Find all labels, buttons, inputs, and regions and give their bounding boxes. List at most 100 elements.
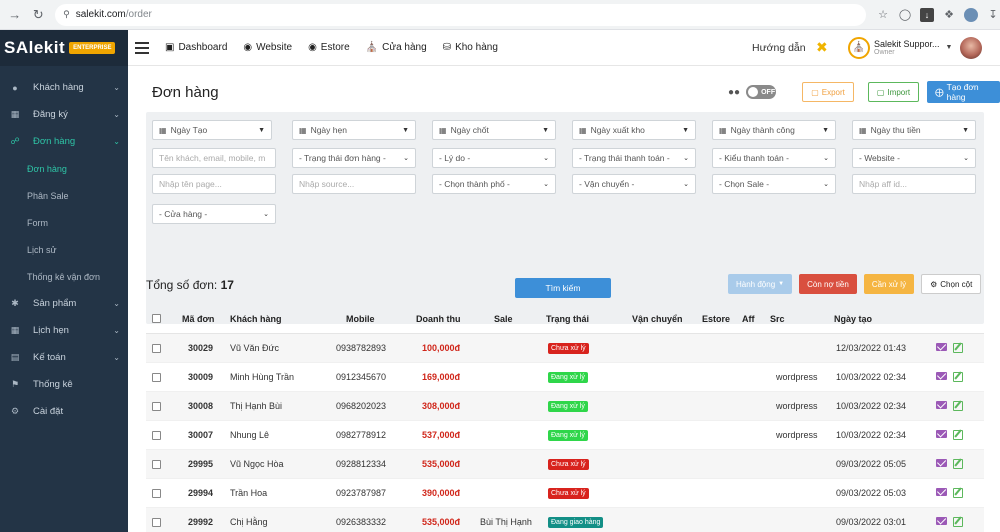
create-order-button[interactable]: ⨁ Tạo đơn hàng [927, 81, 1000, 103]
back-icon[interactable]: → [6, 6, 24, 24]
brand-logo[interactable]: SAlekit ENTERPRISE [0, 30, 128, 66]
nav-cua-hang[interactable]: ⛪ Cửa hàng [366, 42, 427, 53]
sidebar-subitem-phan-sale[interactable]: Phân Sale [0, 182, 128, 209]
puzzle-icon[interactable]: ❖ [942, 8, 956, 22]
sale-select[interactable]: - Chọn Sale - ⌄ [712, 174, 836, 194]
reload-icon[interactable]: ↻ [30, 6, 48, 24]
sidebar-subitem-form[interactable]: Form [0, 209, 128, 236]
user-menu[interactable]: ⛪ Salekit Suppor... Owner ▼ [848, 36, 952, 59]
order-id[interactable]: 30009 [188, 372, 213, 382]
sidebar-item-cai-dat[interactable]: ⚙ Cài đặt [0, 398, 128, 425]
mail-icon[interactable] [936, 517, 947, 525]
nav-kho-hang[interactable]: ⛁ Kho hàng [443, 42, 498, 53]
guide-link[interactable]: Hướng dẫn [752, 42, 806, 54]
payment-type-select[interactable]: - Kiểu thanh toán - ⌄ [712, 148, 836, 168]
col-header-src[interactable]: Src [770, 314, 785, 324]
table-row[interactable]: 29994 Trần Hoa 0923787987 390,000đ Chưa xử l… [146, 479, 984, 508]
mail-icon[interactable] [936, 401, 947, 409]
edit-icon[interactable] [953, 343, 963, 353]
store-select[interactable]: - Cửa hàng - ⌄ [152, 204, 276, 224]
edit-icon[interactable] [953, 488, 963, 498]
edit-icon[interactable] [953, 517, 963, 527]
row-checkbox[interactable] [152, 430, 161, 440]
customer-name[interactable]: Trần Hoa [230, 488, 267, 498]
sidebar-item-dang-ky[interactable]: ▦ Đăng ký ⌄ [0, 101, 128, 128]
actions-dropdown-button[interactable]: Hành động ▼ [728, 274, 793, 294]
nav-dashboard[interactable]: ▣ Dashboard [165, 42, 227, 53]
sidebar-item-don-hang[interactable]: ☍ Đơn hàng ⌄ [0, 128, 128, 155]
import-button[interactable]: ▢ Import [867, 82, 920, 102]
mail-icon[interactable] [936, 459, 947, 467]
debt-filter-button[interactable]: Còn nợ tiền [799, 274, 857, 294]
sidebar-item-ke-toan[interactable]: ▤ Kế toán ⌄ [0, 344, 128, 371]
bell-off-icon[interactable]: ✖ [816, 39, 828, 56]
row-checkbox[interactable] [152, 488, 161, 498]
table-row[interactable]: 29995 Vũ Ngọc Hòa 0928812334 535,000đ Chưa x… [146, 450, 984, 479]
table-row[interactable]: 30009 Minh Hùng Trần 0912345670 169,000đ Đan… [146, 363, 984, 392]
source-input[interactable]: Nhập source... [292, 174, 416, 194]
address-bar[interactable]: ⚲ salekit.com/order [55, 3, 866, 26]
col-header-trang-thai[interactable]: Trạng thái [546, 314, 589, 324]
order-id[interactable]: 30007 [188, 430, 213, 440]
customer-name[interactable]: Nhung Lê [230, 430, 269, 440]
customer-search-input[interactable]: Tên khách, email, mobile, m [152, 148, 276, 168]
avatar[interactable] [960, 36, 982, 59]
row-checkbox[interactable] [152, 517, 161, 527]
edit-icon[interactable] [953, 372, 963, 382]
col-header-doanh-thu[interactable]: Doanh thu [416, 314, 461, 324]
pending-filter-button[interactable]: Cần xử lý [863, 274, 915, 294]
customer-name[interactable]: Vũ Văn Đức [230, 343, 279, 353]
sidebar-item-thong-ke[interactable]: ⚑ Thống kê [0, 371, 128, 398]
customer-name[interactable]: Chị Hằng [230, 517, 268, 527]
customer-name[interactable]: Thị Hạnh Bùi [230, 401, 282, 411]
sidebar-item-lich-hen[interactable]: ▦ Lịch hẹn ⌄ [0, 317, 128, 344]
sidebar-subitem-don-hang[interactable]: Đơn hàng [0, 155, 128, 182]
table-row[interactable]: 30008 Thị Hạnh Bùi 0968202023 308,000đ Đang … [146, 392, 984, 421]
order-id[interactable]: 30029 [188, 343, 213, 353]
mail-icon[interactable] [936, 488, 947, 496]
mail-icon[interactable] [936, 430, 947, 438]
shield-icon[interactable]: ◯ [898, 8, 912, 22]
col-header-mobile[interactable]: Mobile [346, 314, 375, 324]
site-info-icon[interactable]: ⚲ [63, 9, 70, 20]
table-row[interactable]: 29992 Chị Hằng 0926383332 535,000đ Bùi Thị H… [146, 508, 984, 532]
city-select[interactable]: - Chọn thành phố - ⌄ [432, 174, 556, 194]
toggle-switch[interactable]: OFF [746, 85, 777, 99]
download-icon[interactable]: ↧ [986, 8, 1000, 22]
sidebar-subitem-lich-su[interactable]: Lịch sử [0, 236, 128, 263]
col-header-sale[interactable]: Sale [494, 314, 513, 324]
row-checkbox[interactable] [152, 459, 161, 469]
reason-select[interactable]: - Lý do - ⌄ [432, 148, 556, 168]
order-id[interactable]: 29994 [188, 488, 213, 498]
sidebar-item-san-pham[interactable]: ✱ Sản phẩm ⌄ [0, 290, 128, 317]
mail-icon[interactable] [936, 343, 947, 351]
order-status-select[interactable]: - Trạng thái đơn hàng - ⌄ [292, 148, 416, 168]
filter-export-date[interactable]: ▦ Ngày xuất kho ▼ [572, 120, 696, 140]
search-button[interactable]: Tìm kiếm [515, 278, 611, 298]
order-id[interactable]: 29992 [188, 517, 213, 527]
filter-payment-date[interactable]: ▦ Ngày thu tiền ▼ [852, 120, 976, 140]
table-row[interactable]: 30007 Nhung Lê 0982778912 537,000đ Đang xử l… [146, 421, 984, 450]
star-icon[interactable]: ☆ [876, 8, 890, 22]
sidebar-subitem-thong-ke-van-don[interactable]: Thống kê vận đơn [0, 263, 128, 290]
select-all-checkbox[interactable] [152, 314, 161, 323]
order-id[interactable]: 29995 [188, 459, 213, 469]
filter-created-date[interactable]: ▦ Ngày Tạo ▼ [152, 120, 272, 140]
col-header-estore[interactable]: Estore [702, 314, 730, 324]
col-header-van-chuyen[interactable]: Vận chuyển [632, 314, 683, 324]
nav-website[interactable]: ◉ Website [243, 42, 292, 53]
nav-estore[interactable]: ◉ Estore [308, 42, 350, 53]
col-header-khach-hang[interactable]: Khách hàng [230, 314, 282, 324]
row-checkbox[interactable] [152, 343, 161, 353]
aff-id-input[interactable]: Nhập aff id... [852, 174, 976, 194]
table-row[interactable]: 30029 Vũ Văn Đức 0938782893 100,000đ Chưa xử… [146, 334, 984, 363]
edit-icon[interactable] [953, 459, 963, 469]
col-header-ngay-tao[interactable]: Ngày tạo [834, 314, 872, 324]
sidebar-item-khach-hang[interactable]: ● Khách hàng ⌄ [0, 74, 128, 101]
mail-icon[interactable] [936, 372, 947, 380]
export-button[interactable]: ▢ Export [802, 82, 854, 102]
col-header-aff[interactable]: Aff [742, 314, 755, 324]
website-select[interactable]: - Website - ⌄ [852, 148, 976, 168]
row-checkbox[interactable] [152, 372, 161, 382]
download-ext-icon[interactable]: ↓ [920, 7, 934, 22]
